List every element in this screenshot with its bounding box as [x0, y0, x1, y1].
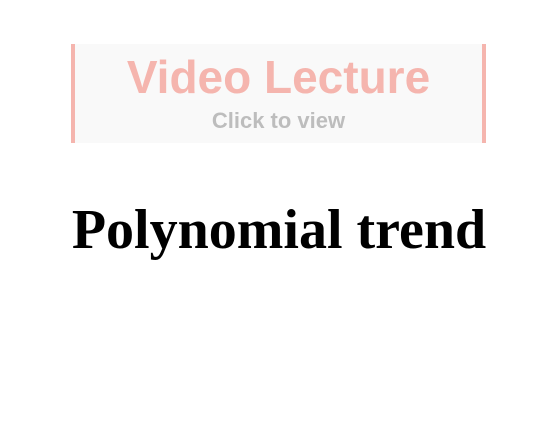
video-lecture-button[interactable]: Video Lecture Click to view [71, 44, 486, 143]
page: Video Lecture Click to view Polynomial t… [0, 0, 558, 422]
video-lecture-title: Video Lecture [126, 51, 431, 103]
page-title: Polynomial trend [71, 199, 487, 261]
click-to-view-label: Click to view [211, 108, 346, 133]
